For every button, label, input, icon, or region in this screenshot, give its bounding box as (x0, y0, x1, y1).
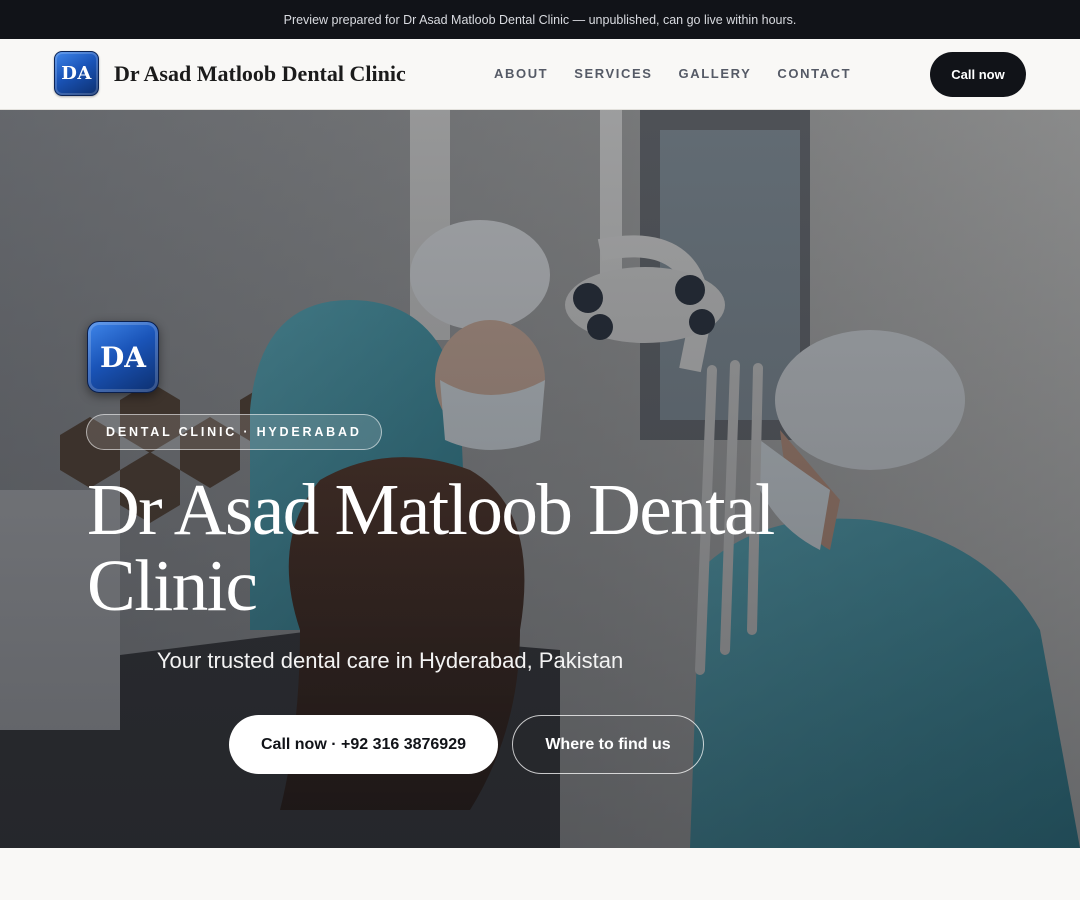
nav-link-contact[interactable]: CONTACT (777, 66, 851, 81)
hero-subtitle: Your trusted dental care in Hyderabad, P… (156, 648, 624, 673)
nav-link-gallery[interactable]: GALLERY (679, 66, 752, 81)
hero-directions-button[interactable]: Where to find us (512, 715, 704, 774)
next-section (0, 848, 1080, 900)
preview-banner: Preview prepared for Dr Asad Matloob Den… (0, 0, 1080, 39)
hero-title: Dr Asad Matloob Dental Clinic (87, 469, 775, 626)
hero-logo-text: DA (99, 340, 146, 374)
preview-banner-text: Preview prepared for Dr Asad Matloob Den… (283, 12, 797, 27)
header-call-button[interactable]: Call now (930, 52, 1026, 97)
hero-category-text: DENTAL CLINIC · HYDERABAD (106, 425, 362, 439)
hero-category-badge: DENTAL CLINIC · HYDERABAD (86, 414, 382, 450)
hero-section: DA DENTAL CLINIC · HYDERABAD Dr Asad Mat… (0, 110, 1080, 848)
brand-link[interactable]: DA Dr Asad Matloob Dental Clinic (54, 51, 406, 96)
site-name: Dr Asad Matloob Dental Clinic (114, 60, 406, 86)
hero-call-button[interactable]: Call now · +92 316 3876929 (229, 715, 498, 774)
nav-link-about[interactable]: ABOUT (494, 66, 548, 81)
site-header: DA Dr Asad Matloob Dental Clinic ABOUT S… (0, 39, 1080, 110)
nav-link-services[interactable]: SERVICES (574, 66, 652, 81)
hero-clinic-logo: DA (87, 321, 159, 393)
main-nav: ABOUT SERVICES GALLERY CONTACT (494, 66, 851, 81)
clinic-logo-text: DA (61, 63, 92, 84)
clinic-logo: DA (54, 51, 99, 96)
